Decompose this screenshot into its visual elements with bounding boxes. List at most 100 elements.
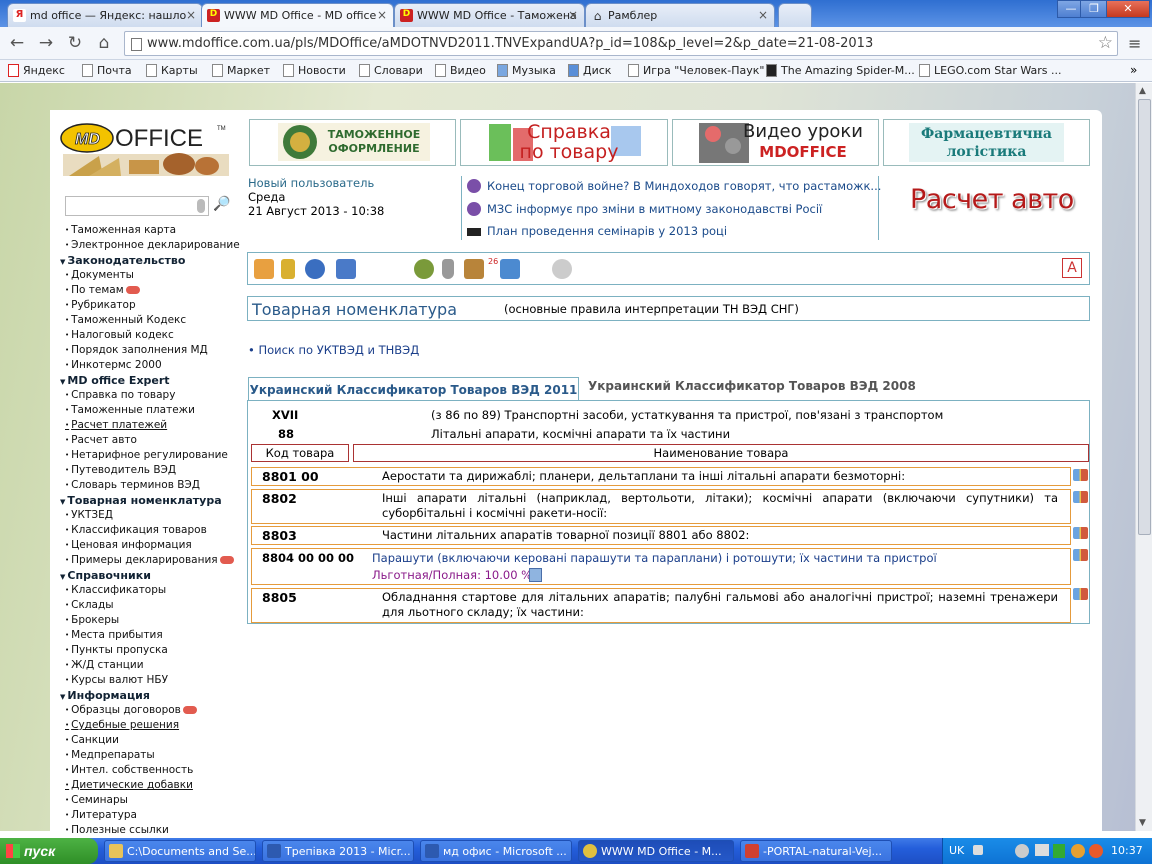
bookmark-item[interactable]: Игра "Человек-Паук" (628, 64, 764, 77)
browser-tab[interactable]: Я md office — Яндекс: нашло × (7, 3, 203, 27)
more-bookmarks-icon[interactable]: » (1130, 63, 1137, 77)
customs-clearance-banner[interactable]: ТАМОЖЕННОЕ ОФОРМЛЕНИЕ (249, 119, 456, 166)
sidebar-item[interactable]: Примеры декларирования (60, 553, 235, 568)
bookmark-item[interactable]: LEGO.com Star Wars ... (919, 64, 1062, 77)
bookmark-item[interactable]: Новости (283, 64, 346, 77)
bookmark-star-icon[interactable]: ☆ (1098, 33, 1113, 53)
car-calculation-banner[interactable]: Расчет авто (910, 184, 1074, 215)
sidebar-item[interactable]: Ценовая информация (60, 538, 235, 553)
username-link[interactable]: Новый пользователь (248, 176, 453, 190)
sidebar-item[interactable]: Места прибытия (60, 628, 235, 643)
sidebar-item[interactable]: Курсы валют НБУ (60, 673, 235, 688)
tray-icon[interactable] (1015, 844, 1029, 858)
sidebar-item[interactable]: Классификаторы (60, 583, 235, 598)
back-arrow-icon[interactable]: ← (6, 33, 28, 53)
sidebar-item[interactable]: Таможенный Кодекс (60, 313, 235, 328)
taskbar-item[interactable]: C:\Documents and Se... (104, 840, 256, 862)
calendar-icon[interactable] (464, 259, 484, 279)
font-size-button[interactable]: A (1062, 258, 1082, 278)
taskbar-item[interactable]: Трепівка 2013 - Micr... (262, 840, 414, 862)
sidebar-item[interactable]: Документы (60, 268, 235, 283)
sidebar-item[interactable]: Расчет авто (60, 433, 235, 448)
bookmark-item[interactable]: Маркет (212, 64, 270, 77)
video-lessons-banner[interactable]: Видео уроки MDOFFICE (672, 119, 879, 166)
browser-tab[interactable]: D WWW MD Office - Таможена × (394, 3, 585, 27)
taskbar-item-active[interactable]: WWW MD Office - M... (578, 840, 734, 862)
webcam-icon[interactable] (552, 259, 572, 279)
sidebar-item[interactable]: Электронное декларирование (60, 238, 240, 253)
key-icon[interactable] (281, 259, 295, 279)
sidebar-section-header[interactable]: Информация (60, 688, 235, 703)
sidebar-item[interactable]: Семинары (60, 793, 235, 808)
sidebar-item[interactable]: Литература (60, 808, 235, 823)
user-icon[interactable] (305, 259, 325, 279)
sidebar-item[interactable]: Справка по товару (60, 388, 235, 403)
printer-icon[interactable] (1035, 844, 1049, 856)
sidebar-section-header[interactable]: Товарная номенклатура (60, 493, 235, 508)
bookmark-item[interactable]: Музыка (497, 64, 556, 77)
sidebar-item[interactable]: Пункты пропуска (60, 643, 235, 658)
scrollbar-thumb[interactable] (1138, 99, 1151, 535)
bookmark-item[interactable]: Почта (82, 64, 132, 77)
bookmark-item[interactable]: Яндекс (8, 64, 65, 77)
sidebar-item[interactable]: Судебные решения (60, 718, 235, 733)
sidebar-section-header[interactable]: Справочники (60, 568, 235, 583)
sidebar-item[interactable]: Налоговый кодекс (60, 328, 235, 343)
sidebar-item[interactable]: Порядок заполнения МД (60, 343, 235, 358)
home-icon[interactable] (254, 259, 274, 279)
users-icon[interactable] (500, 259, 520, 279)
bookmark-item[interactable]: Диск (568, 64, 611, 77)
sidebar-item[interactable]: Санкции (60, 733, 235, 748)
sidebar-item[interactable]: Интел. собственность (60, 763, 235, 778)
book-icon[interactable] (1073, 549, 1088, 561)
sidebar-item[interactable]: Медпрепараты (60, 748, 235, 763)
sidebar-item[interactable]: Полезные ссылки (60, 823, 235, 838)
sidebar-item[interactable]: Рубрикатор (60, 298, 235, 313)
book-icon[interactable] (1073, 588, 1088, 600)
edit-icon[interactable] (336, 259, 356, 279)
news-item[interactable]: План проведення семінарів у 2013 році (467, 224, 727, 238)
tray-icon[interactable] (1071, 844, 1085, 858)
sidebar-item[interactable]: Ж/Д станции (60, 658, 235, 673)
goods-reference-banner[interactable]: Справка по товару (460, 119, 668, 166)
sidebar-item[interactable]: Нетарифное регулирование (60, 448, 235, 463)
sidebar-item[interactable]: Классификация товаров (60, 523, 235, 538)
sidebar-item[interactable]: УКТЗЕД (60, 508, 235, 523)
customs-icon[interactable] (414, 259, 434, 279)
tab-uktzed-2008[interactable]: Украинский Классификатор Товаров ВЭД 200… (588, 379, 916, 393)
bookmark-item[interactable]: Карты (146, 64, 198, 77)
start-button[interactable]: пуск (0, 838, 98, 864)
news-item[interactable]: МЗС інформує про зміни в митному законод… (467, 202, 822, 216)
tab-uktzed-2011[interactable]: Украинский Классификатор Товаров ВЭД 201… (248, 377, 579, 401)
tray-icon[interactable] (1089, 844, 1103, 858)
sidebar-item[interactable]: Брокеры (60, 613, 235, 628)
sidebar-item[interactable]: По темам (60, 283, 235, 298)
table-row[interactable]: 8802 Інші апарати літальні (наприклад, в… (251, 489, 1071, 524)
home-icon[interactable]: ⌂ (93, 33, 115, 53)
scrollbar[interactable]: ▲ ▼ (1135, 83, 1152, 831)
close-tab-icon[interactable]: × (758, 8, 768, 22)
drop-icon[interactable] (442, 259, 454, 279)
pharma-logistics-banner[interactable]: Фармацевтична логістика (883, 119, 1090, 166)
browser-tab[interactable]: ⌂ Рамблер × (585, 3, 775, 27)
table-row[interactable]: 8804 00 00 00 Парашути (включаючи керова… (251, 548, 1071, 585)
menu-icon[interactable]: ≡ (1128, 34, 1141, 53)
table-row[interactable]: 8801 00 Аеростати та дирижаблі; планери,… (251, 467, 1071, 486)
book-icon[interactable] (1073, 469, 1088, 481)
sidebar-item[interactable]: Склады (60, 598, 235, 613)
close-window-button[interactable]: ✕ (1106, 0, 1150, 18)
scroll-up-icon[interactable]: ▲ (1139, 86, 1146, 96)
mdoffice-logo[interactable]: MD OFFICE TM (59, 120, 233, 178)
sidebar-item[interactable]: Таможенная карта (60, 223, 235, 238)
sidebar-item[interactable]: Образцы договоров (60, 703, 235, 718)
taskbar-item[interactable]: -PORTAL-natural-Vej... (740, 840, 892, 862)
bookmark-item[interactable]: Словари (359, 64, 423, 77)
reload-icon[interactable]: ↻ (64, 33, 86, 53)
sidebar-item[interactable]: Инкотермс 2000 (60, 358, 235, 373)
news-item[interactable]: Конец торговой войне? В Миндоходов говор… (467, 179, 881, 193)
search-uktzed-link[interactable]: • Поиск по УКТВЭД и ТНВЭД (248, 343, 419, 357)
chart-icon[interactable] (529, 568, 542, 582)
close-tab-icon[interactable]: × (568, 8, 578, 22)
address-bar[interactable]: www.mdoffice.com.ua/pls/MDOffice/aMDOTNV… (124, 31, 1118, 56)
bookmark-item[interactable]: Видео (435, 64, 486, 77)
